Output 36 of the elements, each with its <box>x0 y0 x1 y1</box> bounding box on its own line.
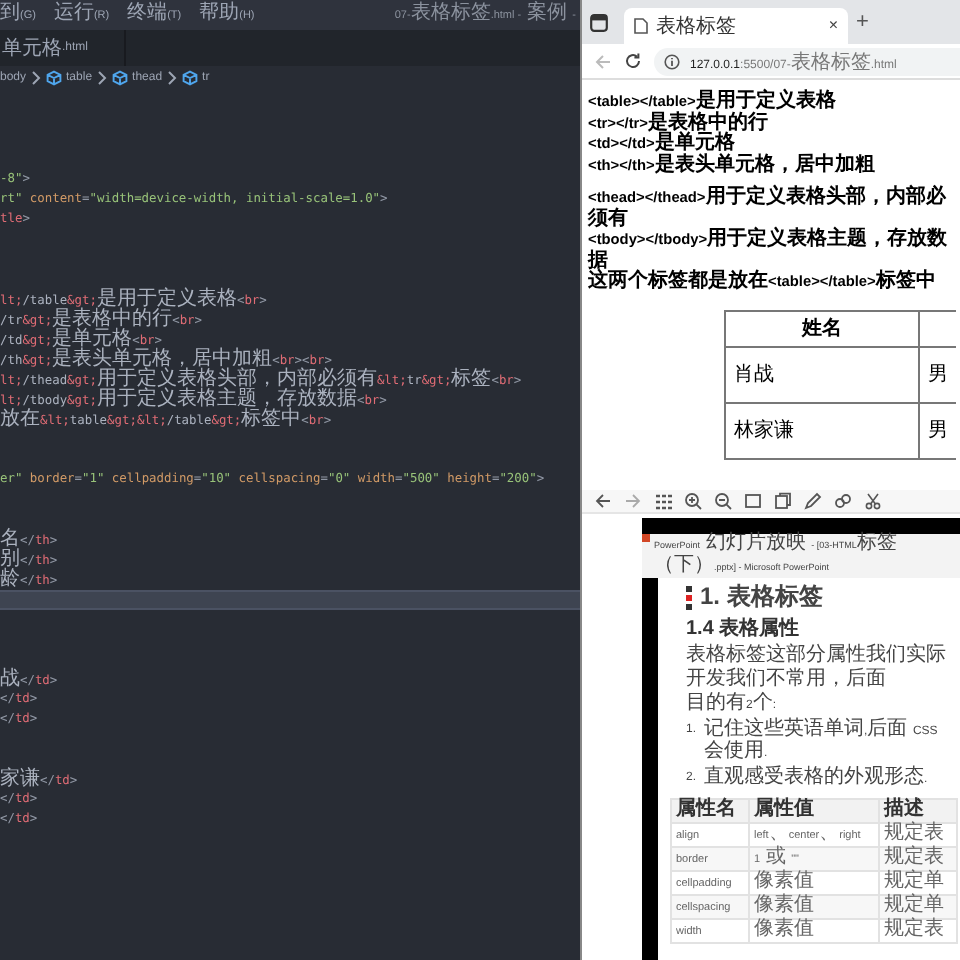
zoom-in-icon[interactable] <box>684 492 702 510</box>
table-cell: 像素值 <box>748 895 879 919</box>
table-cell: 规定单 <box>878 895 957 919</box>
link-icon[interactable] <box>834 492 852 510</box>
tab-title: 表格标签 <box>656 13 736 40</box>
slide-title: 1. 表格标签 <box>700 582 823 612</box>
scissors-icon[interactable] <box>864 492 882 510</box>
refresh-icon[interactable] <box>624 52 642 70</box>
copy-icon[interactable] <box>774 492 792 510</box>
table-cell: 规定表 <box>878 919 957 943</box>
chevron-icon <box>96 70 109 86</box>
table-cell: 像素值 <box>748 919 879 943</box>
back-arrow-icon[interactable] <box>594 492 612 510</box>
table-cell: 规定表 <box>878 847 957 871</box>
table-cell: 林家谦 <box>725 402 919 458</box>
bar-icon <box>686 585 692 609</box>
browser-tab[interactable]: 表格标签 × <box>624 8 848 44</box>
close-button[interactable]: × <box>828 16 838 36</box>
header-cell: 姓名 <box>725 310 919 346</box>
header-cell: 描述 <box>878 799 957 823</box>
window-icon[interactable] <box>590 13 608 31</box>
slide-subtitle: 1.4 表格属性 <box>686 616 802 642</box>
header-cell: 属性值 <box>748 799 879 823</box>
chevron-icon <box>166 70 179 86</box>
info-icon[interactable] <box>664 53 680 69</box>
app-icon <box>642 534 650 542</box>
page-icon[interactable] <box>744 492 762 510</box>
grid-icon[interactable] <box>654 492 672 510</box>
new-tab-button[interactable]: + <box>856 10 869 34</box>
table-cell: 肖战 <box>725 346 919 402</box>
slide-text: 表格标签这部分属性我们实际开发我们不常用，后面 <box>686 646 948 692</box>
page-icon <box>634 18 648 34</box>
header-cell: 属性名 <box>671 799 749 823</box>
pencil-icon[interactable] <box>804 492 822 510</box>
zoom-out-icon[interactable] <box>714 492 732 510</box>
chevron-icon <box>30 70 43 86</box>
